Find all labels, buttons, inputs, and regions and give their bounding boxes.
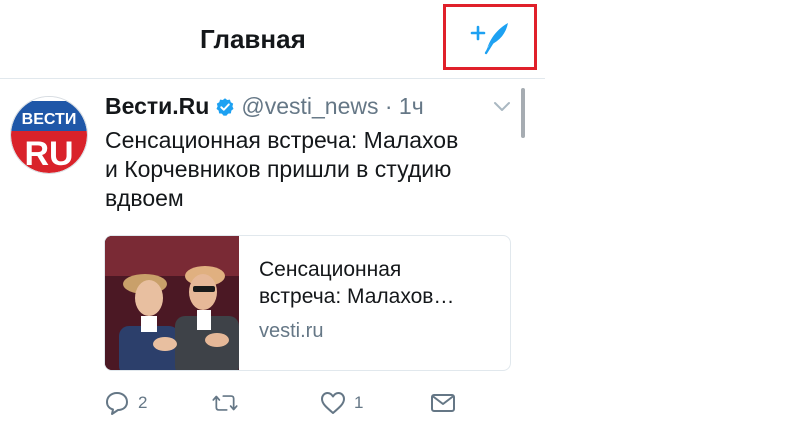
tweet-text-line: Сенсационная встреча: Малахов [105, 127, 459, 153]
reply-count: 2 [138, 393, 148, 412]
tweet-time[interactable]: 1ч [399, 93, 424, 119]
timeline-panel: Главная ВЕСТИ RU Вести.Ru @vesti_news · [0, 0, 545, 424]
verified-icon [216, 98, 234, 116]
page-title: Главная [200, 24, 306, 54]
card-title: Сенсационная встреча: Малахов… [259, 256, 499, 310]
compose-tweet-button[interactable] [443, 4, 537, 70]
reply-icon [106, 392, 128, 415]
compose-tweet-icon [470, 23, 508, 55]
like-count: 1 [354, 393, 364, 412]
tweet-text: Сенсационная встреча: Малахов и Корчевни… [105, 126, 505, 213]
retweet-button[interactable] [212, 388, 238, 418]
reply-button[interactable]: 2 [104, 388, 147, 418]
direct-message-button[interactable] [430, 388, 456, 418]
separator: · [378, 93, 399, 119]
direct-message-icon [431, 394, 455, 412]
link-card[interactable]: Сенсационная встреча: Малахов… vesti.ru [104, 235, 511, 371]
avatar-text-bottom: RU [24, 135, 73, 173]
avatar-text-top: ВЕСТИ [22, 111, 77, 128]
card-domain: vesti.ru [259, 320, 324, 342]
like-button[interactable]: 1 [320, 388, 363, 418]
header-bar: Главная [0, 0, 545, 79]
tweet-text-line: и Корчевников пришли в студию [105, 156, 452, 182]
avatar[interactable]: ВЕСТИ RU [10, 96, 88, 174]
tweet-header: Вести.Ru @vesti_news · 1ч [105, 93, 424, 120]
card-title-line: Сенсационная [259, 258, 402, 281]
tweet-text-line: вдвоем [105, 185, 184, 211]
author-handle[interactable]: @vesti_news [241, 93, 378, 119]
card-image [105, 236, 239, 370]
scrollbar[interactable] [521, 88, 525, 138]
retweet-icon [212, 395, 238, 411]
chevron-down-icon[interactable] [493, 100, 511, 114]
tweet-actions: 2 1 [104, 388, 504, 418]
like-icon [321, 392, 345, 414]
card-title-line: встреча: Малахов… [259, 285, 455, 308]
author-name[interactable]: Вести.Ru [105, 93, 209, 119]
vesti-logo: ВЕСТИ RU [11, 97, 87, 173]
